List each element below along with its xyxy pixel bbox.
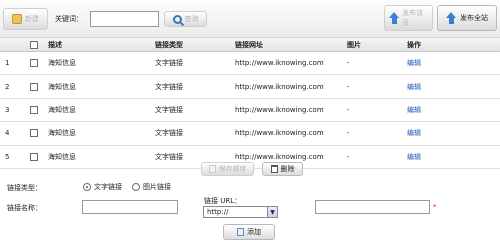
url-protocol-select[interactable]: http:// ▼	[203, 206, 278, 218]
edit-link[interactable]: 编辑	[407, 83, 421, 91]
row-checkbox[interactable]	[30, 152, 38, 161]
edit-link[interactable]: 编辑	[407, 129, 421, 137]
row-url: http://www.iknowing.com	[235, 59, 324, 68]
link-type-label: 链接类型：	[7, 184, 42, 192]
row-desc: 海知信息	[48, 129, 76, 138]
header-op: 操作	[407, 40, 421, 49]
row-type: 文字链接	[155, 59, 183, 68]
link-url-label: 链接 URL：	[204, 197, 242, 205]
keyword-label: 关键词：	[55, 15, 83, 23]
radio-text-link-label: 文字链接	[94, 183, 122, 191]
row-type: 文字链接	[155, 129, 183, 138]
new-button[interactable]: 新建	[3, 8, 48, 30]
header-image: 图片	[347, 40, 361, 49]
add-button[interactable]: 添加	[223, 224, 275, 240]
link-name-label: 链接名称：	[7, 204, 42, 212]
row-desc: 海知信息	[48, 105, 76, 114]
row-image: -	[347, 152, 350, 161]
row-number: 2	[5, 82, 10, 91]
row-url: http://www.iknowing.com	[235, 82, 324, 91]
publish-site-button[interactable]: 发布全站	[437, 5, 497, 31]
new-button-label: 新建	[25, 15, 39, 23]
row-desc: 海知信息	[48, 152, 76, 161]
row-number: 5	[5, 152, 10, 161]
row-image: -	[347, 129, 350, 138]
edit-link[interactable]: 编辑	[407, 59, 421, 67]
row-desc: 海知信息	[48, 59, 76, 68]
row-image: -	[347, 82, 350, 91]
row-number: 1	[5, 59, 10, 68]
save-order-label: 保存顺序	[218, 165, 247, 173]
keyword-input[interactable]	[90, 11, 159, 27]
publish-page-label: 发布该页	[402, 9, 424, 27]
publish-icon	[446, 12, 457, 24]
link-type-radio-group: 文字链接 图片链接	[83, 182, 171, 192]
row-url: http://www.iknowing.com	[235, 105, 324, 114]
publish-icon	[389, 12, 400, 24]
link-name-input[interactable]	[82, 200, 178, 214]
row-checkbox[interactable]	[30, 105, 38, 114]
link-url-input[interactable]	[315, 200, 430, 214]
row-checkbox[interactable]	[30, 129, 38, 138]
row-type: 文字链接	[155, 82, 183, 91]
radio-text-link[interactable]	[83, 183, 91, 191]
table-row: 1 海知信息 文字链接 http://www.iknowing.com - 编辑	[0, 52, 500, 76]
row-type: 文字链接	[155, 152, 183, 161]
search-icon	[172, 14, 182, 24]
row-url: http://www.iknowing.com	[235, 152, 324, 161]
row-number: 4	[5, 129, 10, 138]
row-number: 3	[5, 105, 10, 114]
add-button-label: 添加	[247, 228, 261, 236]
table-header: 描述 链接类型 链接网址 图片 操作	[0, 38, 500, 52]
required-mark: *	[433, 203, 437, 211]
row-image: -	[347, 105, 350, 114]
trash-icon	[270, 165, 278, 173]
url-protocol-value: http://	[207, 208, 229, 216]
header-url: 链接网址	[235, 40, 263, 49]
publish-site-label: 发布全站	[460, 14, 488, 22]
edit-link[interactable]: 编辑	[407, 153, 421, 161]
delete-label: 删除	[280, 165, 295, 173]
publish-page-button[interactable]: 发布该页	[384, 5, 433, 31]
save-icon	[208, 165, 216, 173]
select-all-checkbox[interactable]	[30, 40, 38, 49]
toolbar: 新建 关键词： 查询 发布该页 发布全站	[0, 0, 500, 38]
add-icon	[237, 228, 244, 236]
links-table: 描述 链接类型 链接网址 图片 操作 1 海知信息 文字链接 http://ww…	[0, 38, 500, 169]
radio-image-link[interactable]	[132, 183, 140, 191]
row-checkbox[interactable]	[30, 82, 38, 91]
row-checkbox[interactable]	[30, 59, 38, 68]
table-row: 3 海知信息 文字链接 http://www.iknowing.com - 编辑	[0, 99, 500, 123]
chevron-down-icon[interactable]: ▼	[267, 207, 277, 217]
new-icon	[12, 14, 22, 24]
row-url: http://www.iknowing.com	[235, 129, 324, 138]
row-desc: 海知信息	[48, 82, 76, 91]
row-type: 文字链接	[155, 105, 183, 114]
header-desc: 描述	[48, 40, 62, 49]
header-type: 链接类型	[155, 40, 183, 49]
table-row: 2 海知信息 文字链接 http://www.iknowing.com - 编辑	[0, 75, 500, 99]
search-button-label: 查询	[184, 15, 199, 23]
edit-link[interactable]: 编辑	[407, 106, 421, 114]
search-button[interactable]: 查询	[164, 11, 207, 27]
row-image: -	[347, 59, 350, 68]
header-select-all	[20, 40, 48, 49]
delete-button[interactable]: 删除	[262, 162, 303, 176]
save-order-button[interactable]: 保存顺序	[201, 162, 254, 176]
table-row: 4 海知信息 文字链接 http://www.iknowing.com - 编辑	[0, 122, 500, 146]
radio-image-link-label: 图片链接	[143, 183, 171, 191]
